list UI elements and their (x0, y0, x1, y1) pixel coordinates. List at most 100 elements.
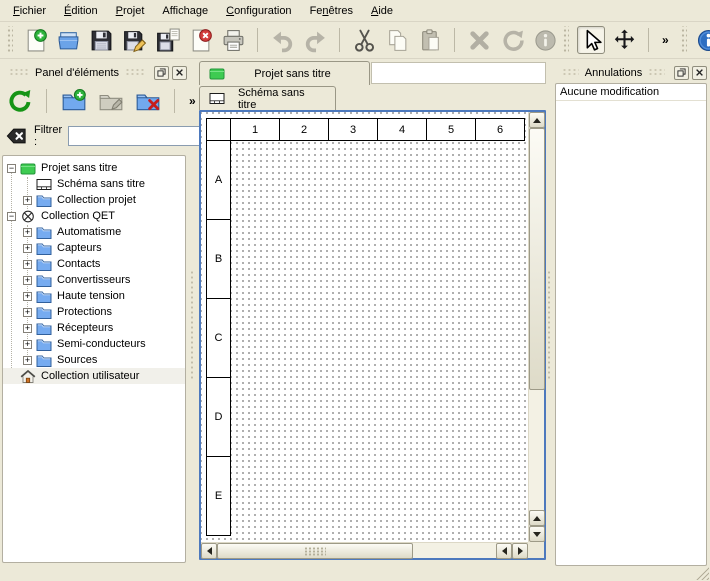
menu-aide[interactable]: Aide (362, 2, 402, 20)
expand-icon[interactable]: + (23, 292, 32, 301)
move-arrows-icon (612, 28, 637, 53)
save-button[interactable] (87, 26, 115, 54)
edit-category-button[interactable] (95, 86, 126, 117)
diagram-info-button[interactable] (531, 26, 559, 54)
toolbar-overflow-button[interactable]: » (659, 33, 672, 47)
vertical-scroll-thumb[interactable] (529, 128, 545, 390)
arrow-right-icon (518, 547, 523, 555)
expand-icon[interactable]: + (23, 244, 32, 253)
tree-item-collection-utilisateur[interactable]: Collection utilisateur (3, 368, 185, 384)
menu-configuration[interactable]: Configuration (217, 2, 300, 20)
menu-fichier[interactable]: Fichier (4, 2, 55, 20)
rotate-button[interactable] (498, 26, 526, 54)
undo-button[interactable] (268, 26, 296, 54)
collapse-icon[interactable]: − (7, 212, 16, 221)
close-dock-button[interactable] (692, 66, 707, 80)
save-as-button[interactable] (120, 26, 148, 54)
grid-column-3: 3 (328, 118, 378, 141)
close-dock-button[interactable] (172, 66, 187, 80)
reload-collections-button[interactable] (4, 86, 35, 117)
tree-item-protections[interactable]: +Protections (3, 304, 185, 320)
tree-item-contacts[interactable]: +Contacts (3, 256, 185, 272)
menu-edition[interactable]: Édition (55, 2, 107, 20)
tree-item-semi-conducteurs[interactable]: + Semi-conducteurs (3, 336, 185, 352)
tree-item-haute-tension[interactable]: +Haute tension (3, 288, 185, 304)
green-folder-icon (20, 162, 36, 175)
expand-icon[interactable]: + (23, 260, 32, 269)
menu-fenetres[interactable]: Fenêtres (301, 2, 362, 20)
float-dock-button[interactable] (674, 66, 689, 80)
save-all-button[interactable] (153, 26, 181, 54)
horizontal-scroll-thumb[interactable] (217, 543, 413, 559)
redo-button[interactable] (301, 26, 329, 54)
print-button[interactable] (219, 26, 247, 54)
cut-button[interactable] (350, 26, 378, 54)
grid-column-4: 4 (377, 118, 427, 141)
delete-button[interactable] (465, 26, 493, 54)
splitter-grip (547, 270, 552, 380)
scroll-left-button[interactable] (201, 543, 217, 559)
tree-item-collection-projet[interactable]: +Collection projet (3, 192, 185, 208)
clear-filter-button[interactable] (4, 124, 28, 148)
qet-logo-icon (20, 210, 36, 223)
scroll-left-button-2[interactable] (496, 543, 512, 559)
undo-panel-titlebar: Annulations (556, 64, 707, 81)
paste-icon (418, 28, 443, 53)
undo-history-list[interactable]: Aucune modification (555, 83, 707, 566)
horizontal-scrollbar[interactable] (201, 542, 528, 558)
vertical-scrollbar[interactable] (528, 112, 544, 542)
open-project-button[interactable] (54, 26, 82, 54)
tab-schema[interactable]: Schéma sans titre (199, 86, 336, 110)
expand-icon[interactable]: + (23, 228, 32, 237)
dock-title-texture (9, 68, 29, 77)
scroll-down-button[interactable] (529, 526, 545, 542)
toolbar-handle[interactable] (680, 26, 687, 54)
expand-icon[interactable]: + (23, 276, 32, 285)
collapse-icon[interactable]: − (7, 164, 16, 173)
elements-panel-toolbar: » (4, 84, 199, 118)
grid-row-B: B (206, 219, 231, 299)
scroll-right-button[interactable] (512, 543, 528, 559)
menu-affichage[interactable]: Affichage (153, 2, 217, 20)
menu-projet[interactable]: Projet (107, 2, 154, 20)
tree-item-automatisme[interactable]: +Automatisme (3, 224, 185, 240)
expand-icon[interactable]: + (23, 340, 32, 349)
tree-item-capteurs[interactable]: +Capteurs (3, 240, 185, 256)
tree-item-label: Projet sans titre (41, 162, 117, 174)
expand-icon[interactable]: + (23, 196, 32, 205)
toolbar-handle[interactable] (6, 26, 13, 54)
visualisation-mode-button[interactable] (610, 26, 638, 54)
expand-icon[interactable]: + (23, 324, 32, 333)
about-qet-button[interactable] (695, 26, 710, 54)
tree-item-schema-sans-titre[interactable]: Schéma sans titre (3, 176, 185, 192)
undo-icon (270, 28, 295, 53)
new-category-button[interactable] (58, 86, 89, 117)
cut-icon (352, 28, 377, 53)
tab-project[interactable]: Projet sans titre (199, 61, 370, 85)
tree-item-sources[interactable]: +Sources (3, 352, 185, 368)
toolbar-separator (46, 89, 47, 113)
tree-item-convertisseurs[interactable]: +Convertisseurs (3, 272, 185, 288)
paste-button[interactable] (416, 26, 444, 54)
tree-item-collection-qet[interactable]: −Collection QET (3, 208, 185, 224)
float-dock-button[interactable] (154, 66, 169, 80)
toolbar-handle[interactable] (562, 26, 569, 54)
selection-mode-button[interactable] (577, 26, 605, 54)
diagram-canvas[interactable]: 123456 ABCDE (201, 112, 528, 542)
tree-item-projet-sans-titre[interactable]: − Projet sans titre (3, 160, 185, 176)
scroll-up-button[interactable] (529, 112, 545, 128)
folder-delete-icon (135, 88, 161, 114)
expand-icon[interactable]: + (23, 356, 32, 365)
left-splitter[interactable] (189, 60, 196, 581)
info-blue-icon (696, 28, 710, 53)
right-splitter[interactable] (546, 60, 553, 581)
tree-item-recepteurs[interactable]: +Récepteurs (3, 320, 185, 336)
toolbar-group: »» (559, 26, 710, 54)
copy-button[interactable] (383, 26, 411, 54)
close-project-button[interactable] (186, 26, 214, 54)
new-project-button[interactable] (21, 26, 49, 54)
tree-item-label: Semi-conducteurs (57, 338, 146, 350)
expand-icon[interactable]: + (23, 308, 32, 317)
delete-category-button[interactable] (132, 86, 163, 117)
scroll-up-button-2[interactable] (529, 510, 545, 526)
